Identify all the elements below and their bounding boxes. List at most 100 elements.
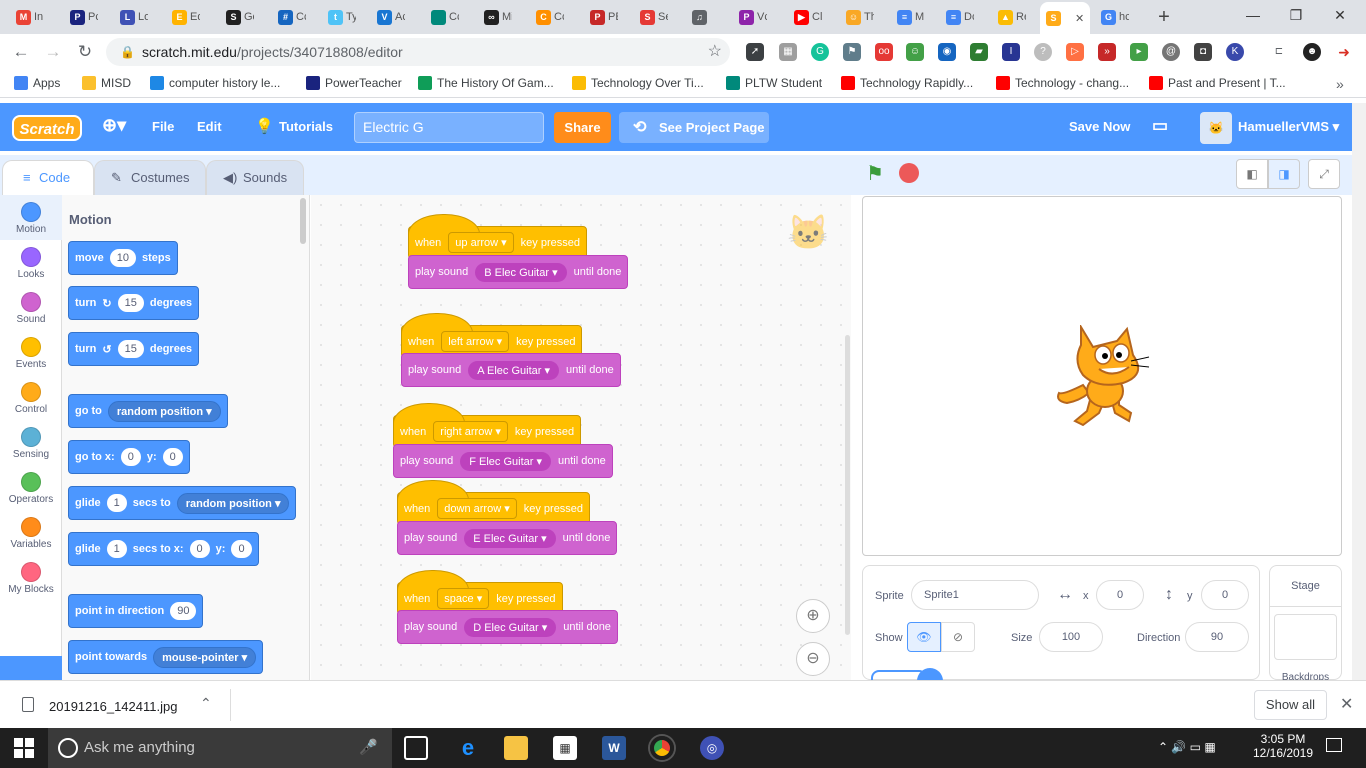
browser-tab[interactable]: #Cc bbox=[272, 4, 306, 30]
sound-dropdown[interactable]: F Elec Guitar ▾ bbox=[460, 451, 551, 471]
browser-tab[interactable]: PPE bbox=[584, 4, 618, 30]
size-input[interactable]: 100 bbox=[1039, 622, 1103, 652]
category-variables[interactable]: Variables bbox=[0, 510, 62, 555]
windows-start-icon[interactable] bbox=[14, 738, 34, 758]
rocket-extension-icon[interactable]: ➚ bbox=[746, 43, 764, 61]
reload-button[interactable]: ↻ bbox=[74, 41, 96, 63]
extension-icon[interactable]: ☺ bbox=[906, 43, 924, 61]
bookmark-item[interactable]: PLTW Student bbox=[726, 76, 822, 90]
browser-tab[interactable]: CCc bbox=[530, 4, 564, 30]
browser-tab[interactable]: Ghc bbox=[1095, 4, 1129, 30]
folder-icon[interactable]: ▭ bbox=[1152, 116, 1168, 136]
stop-sign-icon[interactable] bbox=[899, 163, 919, 183]
grammarly-icon[interactable]: G bbox=[811, 43, 829, 61]
project-title-input[interactable]: Electric G bbox=[354, 112, 544, 143]
extension-icon[interactable]: ▰ bbox=[970, 43, 988, 61]
sprite-name-input[interactable]: Sprite1 bbox=[911, 580, 1039, 610]
secs-input[interactable]: 1 bbox=[106, 494, 127, 512]
green-flag-icon[interactable]: ⚑ bbox=[866, 161, 884, 186]
stage-selector-panel[interactable]: Stage Backdrops bbox=[1269, 565, 1342, 683]
zoom-out-button[interactable]: ⊖ bbox=[796, 642, 830, 676]
file-explorer-icon[interactable] bbox=[504, 736, 528, 760]
notifications-icon[interactable] bbox=[1326, 738, 1342, 752]
system-tray-icons[interactable]: ⌃ 🔊 ▭ ▦ bbox=[1158, 740, 1216, 754]
see-project-page-button[interactable]: ⟲ See Project Page bbox=[619, 112, 769, 143]
tab-costumes[interactable]: ✎ Costumes bbox=[94, 160, 206, 195]
tab-code[interactable]: ≡ Code bbox=[2, 160, 94, 195]
play-sound-until-done-block[interactable]: play sound F Elec Guitar ▾ until done bbox=[393, 444, 613, 478]
code-workspace[interactable]: 🐱 ⊕ ⊖ when up arrow ▾ key pressed play soun… bbox=[311, 195, 851, 680]
extension-icon[interactable]: I bbox=[1002, 43, 1020, 61]
point-towards-block[interactable]: point towards mouse-pointer ▾ bbox=[68, 640, 264, 674]
extension-icon[interactable]: ▸ bbox=[1130, 43, 1148, 61]
bookmark-item[interactable]: The History Of Gam... bbox=[418, 76, 554, 90]
edge-icon[interactable]: e bbox=[456, 736, 480, 760]
category-sound[interactable]: Sound bbox=[0, 285, 62, 330]
tutorials-menu[interactable]: Tutorials bbox=[279, 119, 333, 134]
maximize-button[interactable]: ❐ bbox=[1276, 4, 1316, 26]
bookmark-item[interactable]: Technology Rapidly... bbox=[841, 76, 973, 90]
browser-tab[interactable]: SGc bbox=[220, 4, 254, 30]
browser-tab[interactable]: L Lo bbox=[114, 4, 148, 30]
browser-tab[interactable]: Cc bbox=[425, 4, 459, 30]
bookmark-item[interactable]: PowerTeacher bbox=[306, 76, 402, 90]
degrees-input[interactable]: 15 bbox=[117, 340, 144, 358]
share-button[interactable]: Share bbox=[554, 112, 611, 143]
steps-input[interactable]: 10 bbox=[109, 249, 136, 267]
user-avatar[interactable]: 🐱 bbox=[1200, 112, 1232, 144]
large-stage-button[interactable]: ◨ bbox=[1268, 159, 1300, 189]
browser-tab[interactable]: PVc bbox=[733, 4, 767, 30]
key-dropdown[interactable]: left arrow ▾ bbox=[441, 331, 510, 352]
key-dropdown[interactable]: right arrow ▾ bbox=[433, 421, 508, 442]
microphone-icon[interactable]: 🎤 bbox=[359, 728, 378, 768]
sound-dropdown[interactable]: A Elec Guitar ▾ bbox=[468, 360, 559, 380]
save-now-button[interactable]: Save Now bbox=[1069, 119, 1130, 134]
extension-icon[interactable]: ◘ bbox=[1194, 43, 1212, 61]
secs-input[interactable]: 1 bbox=[106, 540, 127, 558]
help-extension-icon[interactable]: ? bbox=[1034, 43, 1052, 61]
edit-menu[interactable]: Edit bbox=[197, 119, 222, 134]
glide-to-block[interactable]: glide 1 secs to random position ▾ bbox=[68, 486, 297, 520]
turn-left-block[interactable]: turn ↺ 15 degrees bbox=[68, 332, 200, 366]
move-steps-block[interactable]: move 10 steps bbox=[68, 241, 178, 275]
bookmark-item[interactable]: Past and Present | T... bbox=[1149, 76, 1286, 90]
browser-tab[interactable]: ☺ Th bbox=[840, 4, 874, 30]
more-bookmarks-icon[interactable]: » bbox=[1336, 76, 1344, 92]
browser-tab[interactable]: t Ty bbox=[322, 4, 356, 30]
close-download-bar-icon[interactable]: ✕ bbox=[1340, 694, 1353, 714]
new-tab-button[interactable]: + bbox=[1152, 6, 1176, 28]
hide-button[interactable]: ⊘ bbox=[941, 622, 975, 652]
close-tab-icon[interactable]: ✕ bbox=[1075, 12, 1084, 25]
browser-tab[interactable]: ♫ bbox=[686, 4, 720, 30]
browser-tab[interactable]: M In bbox=[10, 4, 44, 30]
browser-tab[interactable]: PPc bbox=[64, 4, 98, 30]
browser-tab[interactable]: ▲Re bbox=[992, 4, 1026, 30]
browser-tab[interactable]: ≡Dc bbox=[940, 4, 974, 30]
bookmark-item[interactable]: Apps bbox=[14, 76, 60, 90]
minimize-button[interactable]: — bbox=[1233, 4, 1273, 26]
y-input[interactable]: 0 bbox=[162, 448, 183, 466]
sound-dropdown[interactable]: B Elec Guitar ▾ bbox=[475, 262, 567, 282]
play-sound-until-done-block[interactable]: play sound B Elec Guitar ▾ until done bbox=[408, 255, 629, 289]
browser-tab[interactable]: ▶ Cl bbox=[788, 4, 822, 30]
x-input[interactable]: 0 bbox=[189, 540, 210, 558]
extension-icon[interactable]: K bbox=[1226, 43, 1244, 61]
profile-avatar[interactable]: ☻ bbox=[1303, 43, 1321, 61]
address-bar[interactable]: 🔒 scratch.mit.edu/projects/340718808/edi… bbox=[106, 38, 730, 66]
y-position-input[interactable]: 0 bbox=[1201, 580, 1249, 610]
bookmark-item[interactable]: MISD bbox=[82, 76, 131, 90]
point-direction-block[interactable]: point in direction 90 bbox=[68, 594, 204, 628]
app-icon[interactable]: ◎ bbox=[700, 736, 724, 760]
workspace-scrollbar[interactable] bbox=[845, 335, 850, 635]
category-sensing[interactable]: Sensing bbox=[0, 420, 62, 465]
extension-button[interactable] bbox=[0, 656, 62, 680]
towards-dropdown[interactable]: mouse-pointer ▾ bbox=[153, 646, 257, 668]
username-menu[interactable]: HamuellerVMS ▾ bbox=[1238, 119, 1339, 135]
extension-icon[interactable]: ▦ bbox=[779, 43, 797, 61]
browser-tab[interactable]: VAc bbox=[371, 4, 405, 30]
chrome-icon[interactable] bbox=[650, 736, 674, 760]
chevron-up-icon[interactable]: ⌃ bbox=[200, 695, 212, 712]
download-filename[interactable]: 20191216_142411.jpg bbox=[49, 699, 177, 714]
bookmark-star-icon[interactable]: ☆ bbox=[708, 38, 722, 66]
go-to-block[interactable]: go to random position ▾ bbox=[68, 394, 228, 428]
